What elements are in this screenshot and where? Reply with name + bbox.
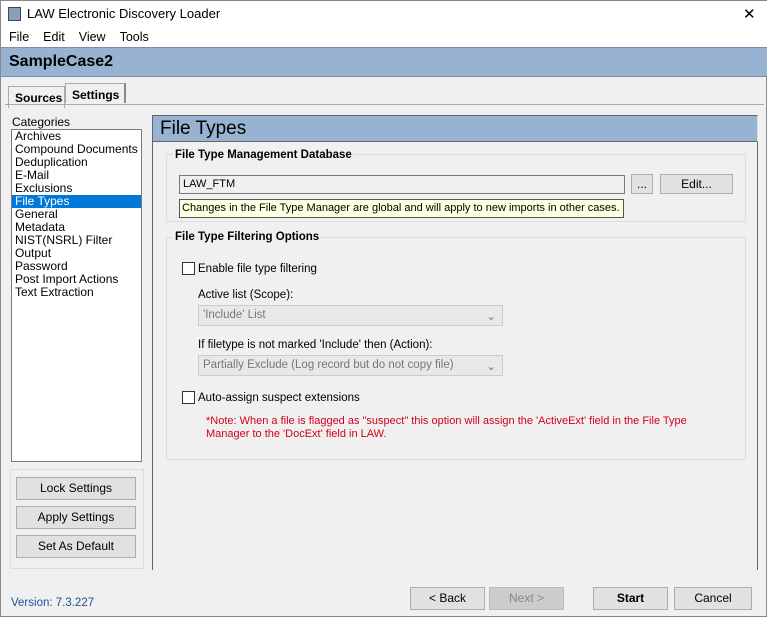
close-icon[interactable]: ✕ bbox=[743, 5, 756, 23]
title-bar: LAW Electronic Discovery Loader ✕ bbox=[1, 1, 767, 27]
ftm-database-field[interactable]: LAW_FTM bbox=[179, 175, 625, 194]
categories-label: Categories bbox=[12, 115, 71, 129]
enable-filtering-label[interactable]: Enable file type filtering bbox=[198, 263, 317, 275]
browse-button[interactable]: ... bbox=[631, 174, 653, 194]
action-label: If filetype is not marked 'Include' then… bbox=[198, 339, 433, 351]
filter-group-title: File Type Filtering Options bbox=[173, 231, 322, 243]
auto-assign-checkbox[interactable] bbox=[182, 391, 195, 404]
menu-bar: File Edit View Tools bbox=[1, 27, 767, 47]
cancel-button[interactable]: Cancel bbox=[674, 587, 752, 610]
menu-edit[interactable]: Edit bbox=[43, 30, 65, 44]
panel-title: File Types bbox=[152, 115, 758, 142]
suspect-note: *Note: When a file is flagged as "suspec… bbox=[206, 415, 687, 440]
menu-file[interactable]: File bbox=[9, 30, 29, 44]
tab-settings[interactable]: Settings bbox=[65, 83, 126, 103]
enable-filtering-checkbox[interactable] bbox=[182, 262, 195, 275]
start-button[interactable]: Start bbox=[593, 587, 668, 610]
action-select[interactable]: Partially Exclude (Log record but do not… bbox=[198, 355, 503, 376]
back-button[interactable]: < Back bbox=[410, 587, 485, 610]
window-title: LAW Electronic Discovery Loader bbox=[27, 6, 221, 21]
menu-tools[interactable]: Tools bbox=[120, 30, 149, 44]
ftm-group-title: File Type Management Database bbox=[173, 149, 354, 161]
version-label: Version: 7.3.227 bbox=[11, 597, 95, 609]
case-name: SampleCase2 bbox=[1, 47, 767, 77]
category-item[interactable]: Text Extraction bbox=[12, 286, 141, 299]
lock-settings-button[interactable]: Lock Settings bbox=[16, 477, 136, 500]
app-icon bbox=[8, 7, 21, 21]
apply-settings-button[interactable]: Apply Settings bbox=[16, 506, 136, 529]
ftm-note: Changes in the File Type Manager are glo… bbox=[179, 199, 624, 218]
auto-assign-label[interactable]: Auto-assign suspect extensions bbox=[198, 392, 360, 404]
categories-list[interactable]: Archives Compound Documents Deduplication E… bbox=[11, 129, 142, 462]
active-list-label: Active list (Scope): bbox=[198, 289, 294, 301]
chevron-down-icon: ⌄ bbox=[486, 311, 496, 323]
edit-button[interactable]: Edit... bbox=[660, 174, 733, 194]
next-button: Next > bbox=[489, 587, 564, 610]
active-list-value: 'Include' List bbox=[203, 309, 266, 321]
menu-view[interactable]: View bbox=[79, 30, 106, 44]
active-list-select[interactable]: 'Include' List ⌄ bbox=[198, 305, 503, 326]
action-value: Partially Exclude (Log record but do not… bbox=[203, 359, 454, 371]
chevron-down-icon: ⌄ bbox=[486, 361, 496, 373]
set-as-default-button[interactable]: Set As Default bbox=[16, 535, 136, 558]
